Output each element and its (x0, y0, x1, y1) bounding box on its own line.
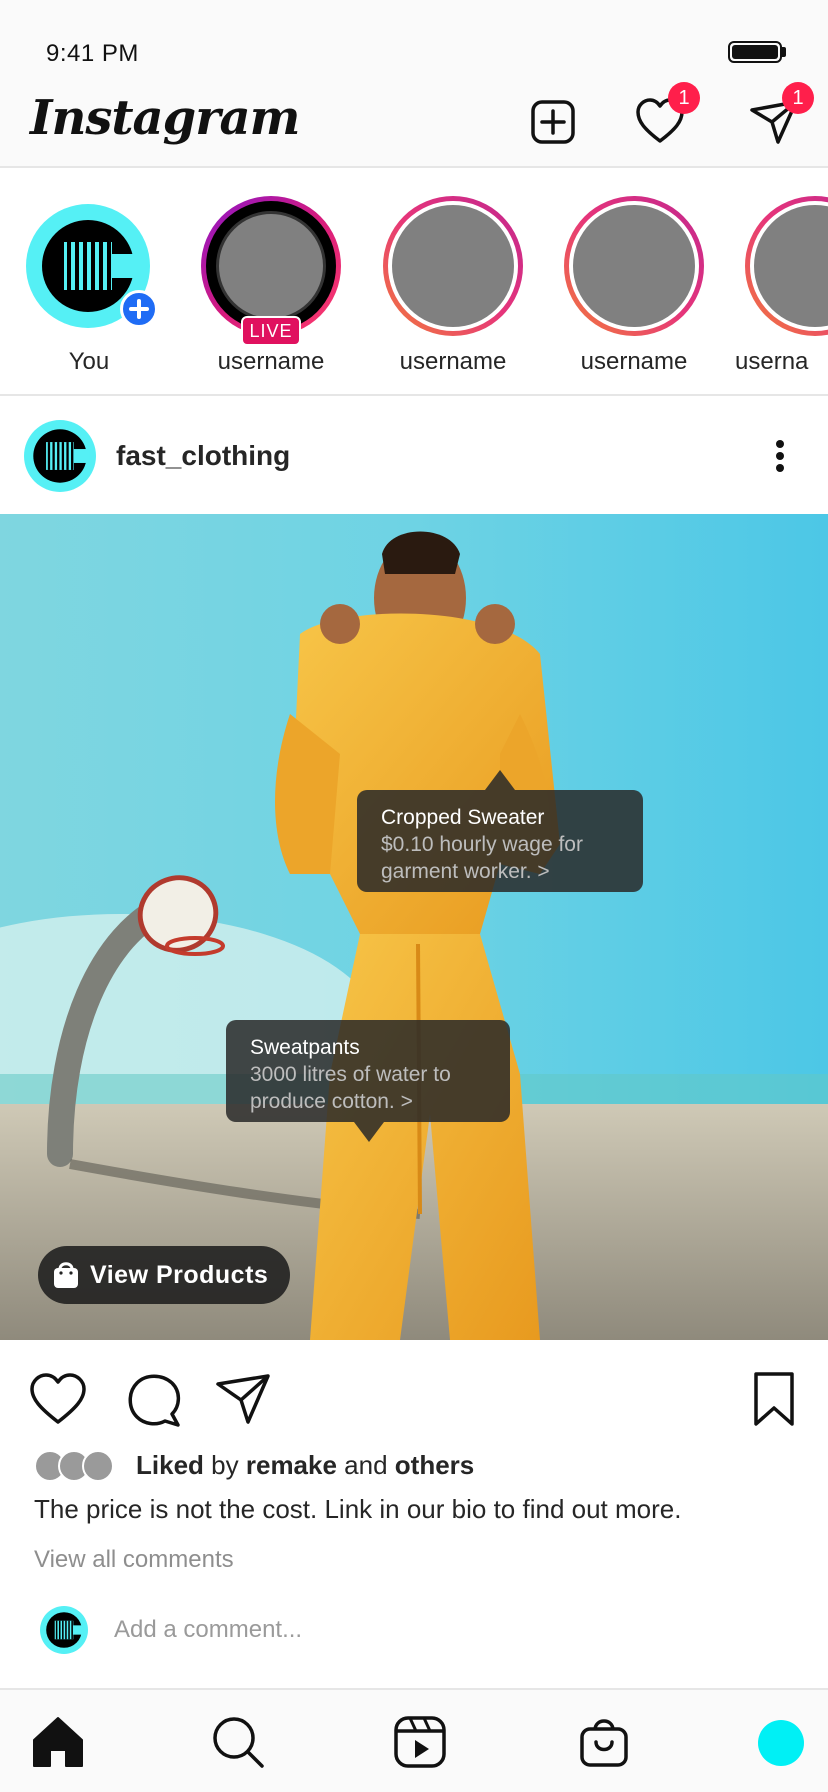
story-item[interactable]: username (559, 196, 709, 386)
live-badge: LIVE (241, 316, 301, 346)
liker-avatar (82, 1450, 114, 1482)
search-icon[interactable] (210, 1714, 266, 1770)
product-tag-desc: garment worker. > (381, 860, 550, 883)
product-tag-sweatpants[interactable]: Sweatpants 3000 litres of water to produ… (226, 1020, 510, 1122)
story-ring (745, 196, 828, 336)
post-image[interactable]: Cropped Sweater $0.10 hourly wage for ga… (0, 514, 828, 1340)
story-avatar (216, 211, 326, 321)
story-label: username (399, 348, 507, 375)
story-avatar (392, 205, 514, 327)
story-label: userna (735, 348, 809, 375)
likes-by: by (211, 1450, 239, 1480)
profile-avatar[interactable] (758, 1720, 804, 1766)
likes-prefix: Liked (136, 1450, 204, 1480)
battery-cap (782, 47, 786, 57)
view-products-button[interactable]: View Products (38, 1246, 290, 1304)
activity-badge: 1 (668, 82, 700, 114)
brand-logo-icon (46, 1612, 84, 1648)
story-ring (201, 196, 341, 336)
post-photo (0, 514, 828, 1340)
instagram-logo: Instagram (30, 90, 300, 146)
post-actions (0, 1340, 828, 1440)
add-comment-row (0, 1600, 828, 1660)
product-tag-title: Sweatpants (250, 1036, 360, 1059)
product-tag-title: Cropped Sweater (381, 806, 545, 829)
product-tag-desc: produce cotton. > (250, 1090, 413, 1113)
stories-tray: You LIVE username username username user… (0, 168, 828, 396)
story-ring (383, 196, 523, 336)
story-item[interactable]: LIVE username (196, 196, 346, 386)
plus-icon (129, 299, 149, 319)
product-tag-desc: 3000 litres of water to (250, 1063, 451, 1086)
post-header: fast_clothing (0, 398, 828, 514)
product-tag-sweater[interactable]: Cropped Sweater $0.10 hourly wage for ga… (357, 790, 643, 892)
status-bar: 9:41 PM (0, 0, 828, 80)
post-username[interactable]: fast_clothing (116, 440, 290, 472)
add-story-button[interactable] (120, 290, 158, 328)
like-icon[interactable] (28, 1370, 88, 1430)
story-avatar (754, 205, 828, 327)
likes-user[interactable]: remake (246, 1450, 337, 1480)
story-label: username (580, 348, 688, 375)
story-item[interactable]: userna (735, 196, 828, 386)
product-tag-desc: $0.10 hourly wage for (381, 833, 583, 856)
likes-others[interactable]: others (395, 1450, 474, 1480)
story-item[interactable]: username (378, 196, 528, 386)
story-label-you: You (68, 348, 110, 375)
new-post-icon[interactable] (527, 96, 579, 148)
view-products-label: View Products (90, 1261, 269, 1289)
likes-text: Liked by remake and others (136, 1450, 474, 1481)
reels-icon[interactable] (392, 1714, 448, 1770)
share-icon[interactable] (214, 1370, 274, 1430)
messages-badge: 1 (782, 82, 814, 114)
tag-pointer (485, 770, 515, 790)
story-ring (564, 196, 704, 336)
battery-icon (728, 41, 782, 63)
more-options-icon[interactable] (764, 436, 796, 476)
story-avatar (573, 205, 695, 327)
shopping-bag-icon (54, 1262, 78, 1288)
brand-logo-icon (33, 429, 90, 483)
tag-pointer (354, 1122, 384, 1142)
shop-icon[interactable] (576, 1714, 632, 1770)
commenter-avatar (40, 1606, 88, 1654)
liker-avatars (34, 1450, 118, 1482)
likes-and: and (344, 1450, 388, 1480)
home-icon[interactable] (30, 1714, 86, 1770)
story-label: username (217, 348, 325, 375)
status-time: 9:41 PM (46, 40, 139, 67)
view-all-comments-link[interactable]: View all comments (34, 1546, 234, 1574)
comment-input[interactable] (114, 1614, 714, 1646)
likes-row[interactable]: Liked by remake and others (0, 1440, 828, 1490)
bookmark-icon[interactable] (744, 1370, 804, 1430)
story-you[interactable]: You (14, 196, 164, 386)
app-header: Instagram 1 1 (0, 80, 828, 168)
post-caption: The price is not the cost. Link in our b… (34, 1494, 682, 1524)
bottom-nav (0, 1688, 828, 1792)
comment-icon[interactable] (124, 1370, 184, 1430)
post-author-avatar[interactable] (24, 420, 96, 492)
